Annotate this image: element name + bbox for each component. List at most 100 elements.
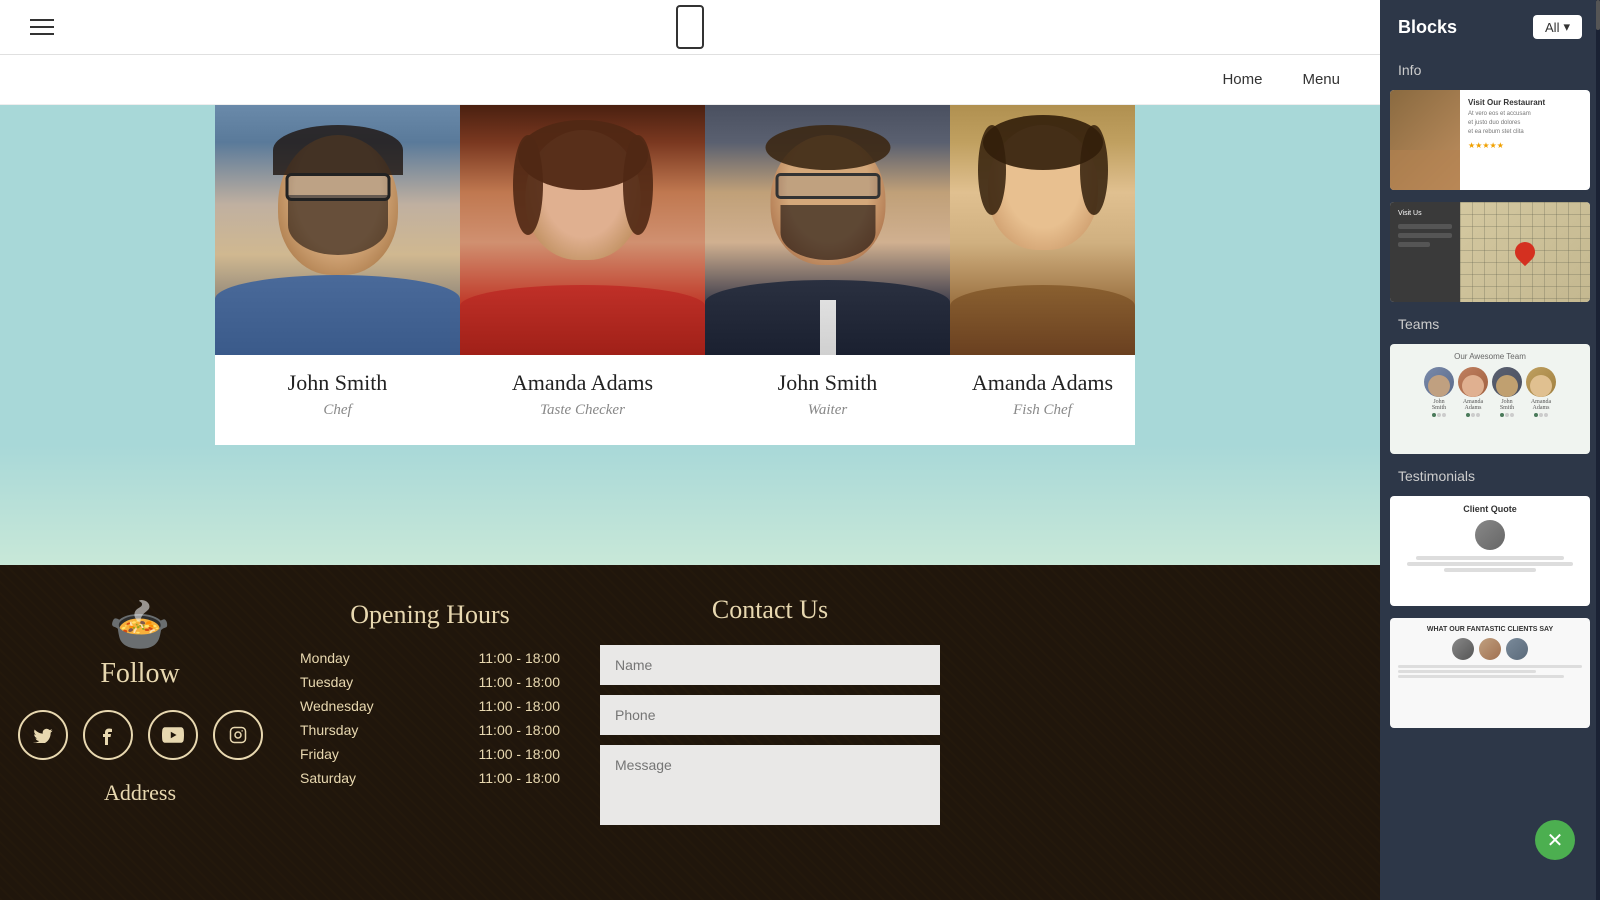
all-filter-button[interactable]: All ▾: [1533, 15, 1582, 39]
close-button[interactable]: ✕: [1535, 820, 1575, 860]
navbar: Home Menu: [0, 55, 1380, 105]
scrollbar-track: [1596, 0, 1600, 900]
twitter-icon[interactable]: [18, 710, 68, 760]
hours-row-monday: Monday 11:00 - 18:00: [300, 650, 560, 666]
hours-row-friday: Friday 11:00 - 18:00: [300, 746, 560, 762]
team-card-0: John Smith Chef: [215, 105, 460, 445]
section-title-teams: Teams: [1380, 308, 1600, 338]
teams-avatars-row: JohnSmith AmandaAdams: [1398, 367, 1582, 417]
panel-block-testimonial-2[interactable]: WHAT OUR FANTASTIC CLIENTS SAY: [1390, 618, 1590, 728]
footer-contact-col: Contact Us: [580, 565, 960, 900]
team-card-photo-1: [460, 105, 705, 355]
hours-time-1: 11:00 - 18:00: [479, 674, 560, 690]
team-card-info-2: John Smith Waiter: [705, 355, 950, 445]
hours-row-saturday: Saturday 11:00 - 18:00: [300, 770, 560, 786]
team-card-info-1: Amanda Adams Taste Checker: [460, 355, 705, 445]
hours-day-3: Thursday: [300, 722, 358, 738]
panel-block-info-1[interactable]: Visit Our Restaurant At vero eos et accu…: [1390, 90, 1590, 190]
team-mini-name-0: JohnSmith: [1432, 399, 1446, 411]
team-bg-right: [1135, 105, 1380, 445]
team-mini-0: JohnSmith: [1424, 367, 1454, 417]
testimonial-2-title: WHAT OUR FANTASTIC CLIENTS SAY: [1427, 626, 1553, 633]
footer-follow-col: 🍲 Follow: [0, 565, 280, 900]
team-card-info-0: John Smith Chef: [215, 355, 460, 445]
hamburger-menu[interactable]: [30, 19, 54, 35]
contact-message-input[interactable]: [600, 745, 940, 825]
footer-follow-label: Follow: [100, 658, 179, 690]
hours-time-2: 11:00 - 18:00: [479, 698, 560, 714]
team-card-photo-3: [950, 105, 1135, 355]
testimonial-1-avatar: [1475, 520, 1505, 550]
team-member-role-3: Fish Chef: [960, 402, 1125, 419]
footer-hours-col: Opening Hours Monday 11:00 - 18:00 Tuesd…: [280, 565, 580, 900]
phone-preview-icon[interactable]: [676, 5, 704, 49]
contact-name-input[interactable]: [600, 645, 940, 685]
youtube-icon[interactable]: [148, 710, 198, 760]
panel-title: Blocks: [1398, 17, 1457, 38]
team-member-name-1: Amanda Adams: [470, 370, 695, 396]
contact-phone-input[interactable]: [600, 695, 940, 735]
section-title-info: Info: [1380, 54, 1600, 84]
footer-hours-title: Opening Hours: [350, 600, 510, 630]
team-section: John Smith Chef: [0, 105, 1380, 565]
team-member-name-2: John Smith: [715, 370, 940, 396]
dropdown-arrow-icon: ▾: [1563, 19, 1570, 35]
team-member-name-3: Amanda Adams: [960, 370, 1125, 396]
teams-block-title: Our Awesome Team: [1398, 352, 1582, 361]
hours-row-tuesday: Tuesday 11:00 - 18:00: [300, 674, 560, 690]
hours-row-wednesday: Wednesday 11:00 - 18:00: [300, 698, 560, 714]
footer-contact-title: Contact Us: [600, 595, 940, 625]
nav-menu[interactable]: Menu: [1302, 71, 1340, 88]
team-mini-1: AmandaAdams: [1458, 367, 1488, 417]
hours-day-2: Wednesday: [300, 698, 374, 714]
block-restaurant-text: At vero eos et accusamet justo duo dolor…: [1468, 110, 1582, 137]
facebook-icon[interactable]: [83, 710, 133, 760]
instagram-icon[interactable]: [213, 710, 263, 760]
team-card-1: Amanda Adams Taste Checker: [460, 105, 705, 445]
footer: 🍲 Follow: [0, 565, 1380, 900]
block-restaurant-stars: ★★★★★: [1468, 141, 1582, 150]
hours-time-5: 11:00 - 18:00: [479, 770, 560, 786]
block-map-area: [1460, 202, 1590, 302]
scrollbar-thumb[interactable]: [1596, 0, 1600, 30]
close-icon: ✕: [1547, 828, 1564, 853]
all-button-label: All: [1545, 20, 1559, 35]
team-mini-name-2: JohnSmith: [1500, 399, 1514, 411]
team-member-role-0: Chef: [225, 402, 450, 419]
right-panel: Blocks All ▾ Info Visit Our Restaurant A…: [1380, 0, 1600, 900]
team-mini-name-3: AmandaAdams: [1531, 399, 1551, 411]
testimonial-2-avatars: [1452, 638, 1528, 660]
panel-block-testimonial-1[interactable]: Client Quote: [1390, 496, 1590, 606]
testimonial-1-lines: [1398, 556, 1582, 572]
hours-day-0: Monday: [300, 650, 350, 666]
panel-header: Blocks All ▾: [1380, 0, 1600, 54]
footer-address-label: Address: [104, 780, 176, 806]
team-member-name-0: John Smith: [225, 370, 450, 396]
team-mini-name-1: AmandaAdams: [1463, 399, 1483, 411]
panel-block-teams[interactable]: Our Awesome Team JohnSmith: [1390, 344, 1590, 454]
panel-block-map[interactable]: Visit Us: [1390, 202, 1590, 302]
hours-time-3: 11:00 - 18:00: [479, 722, 560, 738]
team-card-photo-2: [705, 105, 950, 355]
team-mini-2: JohnSmith: [1492, 367, 1522, 417]
team-mini-3: AmandaAdams: [1526, 367, 1556, 417]
team-lower-bg: [0, 445, 1380, 565]
nav-home[interactable]: Home: [1222, 71, 1262, 88]
team-bg-left: [0, 105, 215, 445]
testimonial-2-lines: [1398, 665, 1582, 678]
hours-time-0: 11:00 - 18:00: [479, 650, 560, 666]
team-member-role-2: Waiter: [715, 402, 940, 419]
team-card-3: Amanda Adams Fish Chef: [950, 105, 1135, 445]
team-card-2: John Smith Waiter: [705, 105, 950, 445]
team-card-photo-0: [215, 105, 460, 355]
block-restaurant-title: Visit Our Restaurant: [1468, 98, 1582, 107]
block-map-label: Visit Us: [1398, 210, 1452, 217]
team-card-info-3: Amanda Adams Fish Chef: [950, 355, 1135, 445]
team-cards-row: John Smith Chef: [0, 105, 1380, 445]
footer-logo-icon: 🍲: [109, 600, 171, 650]
hours-day-5: Saturday: [300, 770, 356, 786]
hours-table: Monday 11:00 - 18:00 Tuesday 11:00 - 18:…: [300, 650, 560, 794]
hours-row-thursday: Thursday 11:00 - 18:00: [300, 722, 560, 738]
testimonial-1-title: Client Quote: [1463, 504, 1517, 514]
main-content: Home Menu: [0, 0, 1380, 900]
